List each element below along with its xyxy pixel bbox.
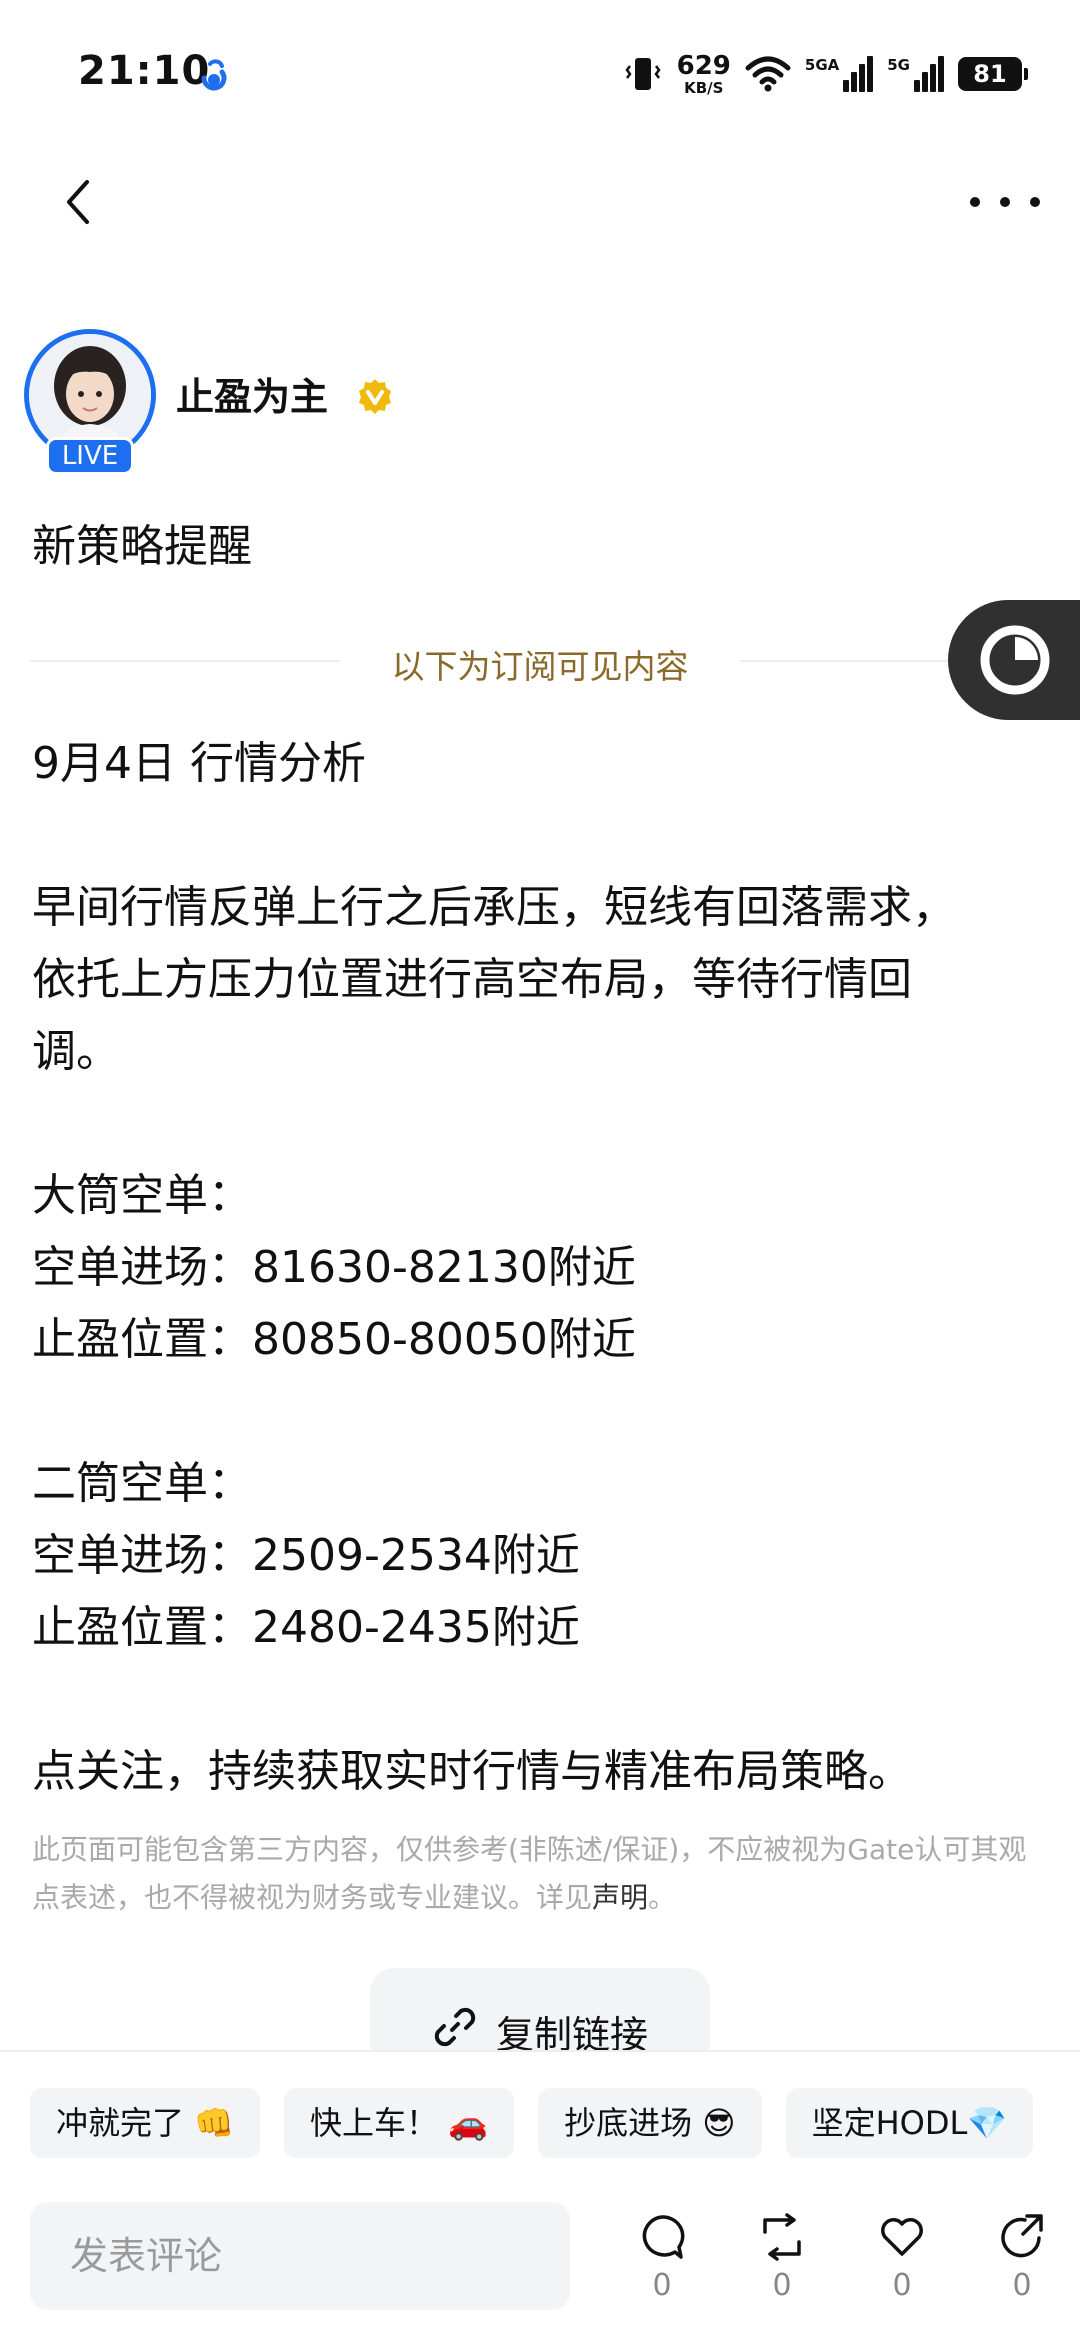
post-line: 空单进场：2509-2534附近 [32, 1530, 580, 1581]
post-line: 止盈位置：2480-2435附近 [32, 1602, 580, 1653]
post-line [32, 800, 1042, 872]
share-count: 0 [1012, 2268, 1032, 2303]
disclaimer-text: 此页面可能包含第三方内容，仅供参考(非陈述/保证)，不应被视为Gate认可其观点… [32, 1833, 1027, 1914]
post-line [32, 1376, 1042, 1448]
live-badge: LIVE [46, 437, 134, 475]
network-speed: 629 KB/S [677, 53, 731, 96]
wifi-icon [745, 56, 791, 92]
quick-reply-chip[interactable]: 坚定HODL💎 [785, 2088, 1034, 2158]
quick-reply-chips: 冲就完了 👊 快上车！ 🚗 抄底进场 😎 坚定HODL💎 [30, 2088, 1034, 2158]
quick-reply-chip[interactable]: 冲就完了 👊 [30, 2088, 261, 2158]
post-line: 早间行情反弹上行之后承压，短线有回落需求， [32, 882, 956, 933]
vibrate-icon [625, 58, 661, 90]
like-count: 0 [892, 2268, 912, 2303]
subscription-divider: 以下为订阅可见内容 [30, 636, 1030, 686]
floating-timer-button[interactable] [948, 600, 1080, 720]
repost-button[interactable]: 0 [742, 2212, 822, 2322]
post-line: 调。 [32, 1026, 120, 1077]
network-speed-unit: KB/S [684, 78, 724, 97]
battery-level: 81 [958, 57, 1022, 91]
disclaimer-link[interactable]: 声明 [592, 1881, 648, 1914]
verified-badge-icon [359, 379, 391, 414]
post-body: 9月4日 行情分析 早间行情反弹上行之后承压，短线有回落需求， 依托上方压力位置… [32, 728, 1042, 1808]
quick-reply-chip[interactable]: 抄底进场 😎 [538, 2088, 762, 2158]
post-line [32, 1664, 1042, 1736]
post-title: 新策略提醒 [32, 521, 252, 572]
heart-icon [881, 2218, 923, 2256]
comment-button[interactable]: 0 [622, 2212, 702, 2322]
quick-reply-chip[interactable]: 快上车！ 🚗 [284, 2088, 515, 2158]
subscription-divider-text: 以下为订阅可见内容 [391, 647, 689, 686]
link-icon [434, 2007, 476, 2047]
network-speed-value: 629 [676, 50, 731, 81]
like-button[interactable]: 0 [862, 2212, 942, 2322]
post-line: 大筒空单： [32, 1170, 252, 1221]
signal-sim2-icon: 5G [887, 56, 944, 92]
post-line: 点关注，持续获取实时行情与精准布局策略。 [32, 1746, 912, 1797]
post-line: 止盈位置：80850-80050附近 [32, 1314, 636, 1365]
repost-icon [763, 2213, 801, 2261]
pie-timer-icon [980, 625, 1050, 695]
share-icon [1001, 2214, 1043, 2258]
post-line: 依托上方压力位置进行高空布局，等待行情回 [32, 954, 912, 1005]
comment-count: 0 [652, 2268, 672, 2303]
author-avatar[interactable]: LIVE [20, 325, 160, 475]
status-icons: 629 KB/S 5GA 5G 81 [623, 52, 1028, 96]
post-line: 9月4日 行情分析 [32, 738, 366, 789]
battery-icon: 81 [958, 57, 1028, 91]
back-arrow-icon[interactable] [55, 172, 105, 232]
disclaimer: 此页面可能包含第三方内容，仅供参考(非陈述/保证)，不应被视为Gate认可其观点… [32, 1826, 1042, 1922]
disclaimer-suffix: 。 [648, 1881, 677, 1914]
comment-input[interactable] [30, 2202, 570, 2310]
action-bar: 0 0 0 0 [620, 2212, 1080, 2322]
bottom-bar: 冲就完了 👊 快上车！ 🚗 抄底进场 😎 坚定HODL💎 0 0 0 [0, 2052, 1080, 2344]
author-name[interactable]: 止盈为主 [176, 366, 328, 421]
share-button[interactable]: 0 [982, 2212, 1062, 2322]
comment-icon [642, 2215, 685, 2259]
post-line [32, 1088, 1042, 1160]
repost-count: 0 [772, 2268, 792, 2303]
status-bar: 21:10 629 KB/S 5GA 5G 81 [0, 0, 1080, 150]
signal-sim1-icon: 5GA [805, 56, 874, 92]
post-line: 二筒空单： [32, 1458, 252, 1509]
more-options-icon[interactable] [970, 190, 1040, 214]
status-time: 21:10 [78, 48, 211, 94]
post-line: 空单进场：81630-82130附近 [32, 1242, 636, 1293]
app-notification-icon [201, 59, 227, 91]
